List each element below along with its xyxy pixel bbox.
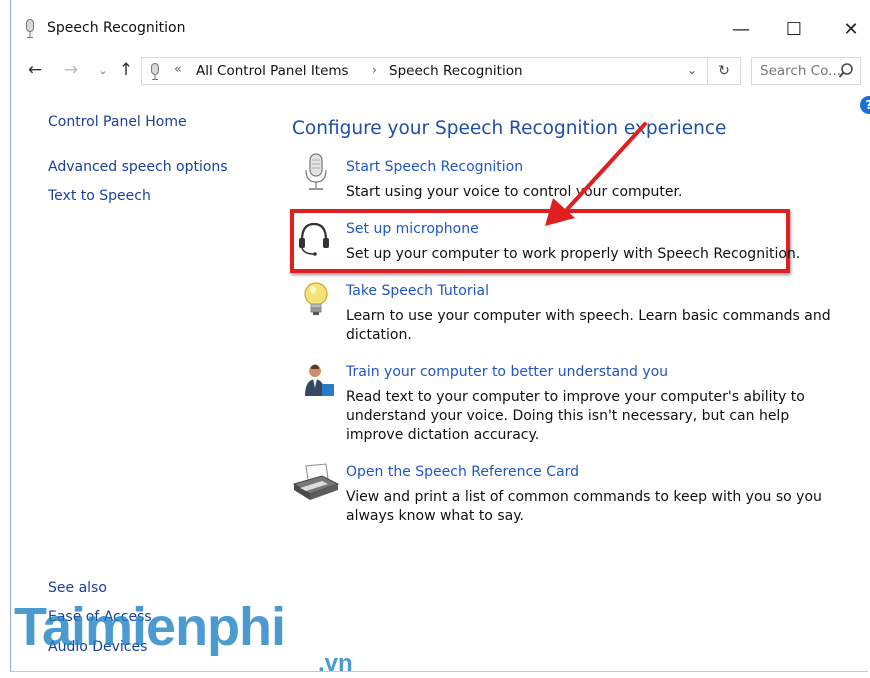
open-speech-reference-card-link[interactable]: Open the Speech Reference Card	[346, 464, 579, 480]
minimize-button[interactable]: —	[726, 14, 756, 44]
close-button[interactable]: ✕	[836, 14, 866, 44]
up-button[interactable]: ↑	[116, 58, 136, 82]
forward-button[interactable]: →	[61, 58, 81, 82]
open-speech-reference-card-description: View and print a list of common commands…	[346, 489, 822, 524]
search-input[interactable]: Search Co...	[751, 57, 861, 85]
back-arrow-icon: ←	[27, 60, 43, 80]
printer-icon	[292, 463, 340, 500]
chevron-down-icon: ⌄	[98, 63, 108, 77]
help-icon[interactable]: ?	[860, 96, 870, 114]
take-speech-tutorial-description: Learn to use your computer with speech. …	[346, 308, 831, 343]
address-bar[interactable]: « All Control Panel Items › Speech Recog…	[141, 57, 741, 85]
search-placeholder: Search Co...	[760, 63, 841, 79]
back-button[interactable]: ←	[25, 58, 45, 82]
speech-recognition-window: Speech Recognition — ☐ ✕ ← → ⌄ ↑ « All C…	[10, 0, 870, 672]
sidebar-item-text-to-speech[interactable]: Text to Speech	[48, 188, 151, 204]
watermark-logo: Taimienphi	[14, 597, 286, 657]
forward-arrow-icon: →	[63, 60, 79, 80]
breadcrumb-speech-recognition[interactable]: Speech Recognition	[389, 63, 523, 79]
start-speech-recognition-link[interactable]: Start Speech Recognition	[346, 159, 523, 175]
close-icon: ✕	[843, 18, 859, 40]
microphone-icon	[26, 19, 34, 38]
take-speech-tutorial-link[interactable]: Take Speech Tutorial	[346, 283, 489, 299]
sidebar-item-advanced-speech-options[interactable]: Advanced speech options	[48, 159, 228, 175]
breadcrumb-all-control-panel-items[interactable]: All Control Panel Items	[196, 63, 349, 79]
sidebar-item-control-panel-home[interactable]: Control Panel Home	[48, 114, 187, 130]
refresh-button[interactable]: ↻	[707, 58, 740, 84]
up-arrow-icon: ↑	[118, 60, 134, 80]
title-bar: Speech Recognition — ☐ ✕	[11, 0, 869, 52]
maximize-button[interactable]: ☐	[779, 14, 809, 44]
maximize-icon: ☐	[785, 18, 803, 40]
see-also-heading: See also	[48, 580, 107, 596]
train-computer-description: Read text to your computer to improve yo…	[346, 389, 805, 443]
set-up-microphone-description: Set up your computer to work properly wi…	[346, 246, 801, 262]
search-icon	[838, 63, 853, 78]
lightbulb-icon	[304, 282, 328, 315]
breadcrumb-separator-icon[interactable]: ›	[372, 63, 377, 77]
set-up-microphone-link[interactable]: Set up microphone	[346, 221, 479, 237]
hidden-path-chevron-icon[interactable]: «	[174, 62, 182, 77]
person-icon	[305, 364, 334, 396]
train-computer-link[interactable]: Train your computer to better understand…	[346, 364, 668, 380]
minimize-icon: —	[732, 18, 750, 40]
recent-locations-button[interactable]: ⌄	[93, 58, 113, 82]
window-title: Speech Recognition	[47, 20, 186, 36]
red-arrow-icon	[545, 122, 647, 226]
page-title: Configure your Speech Recognition experi…	[292, 118, 727, 139]
headset-icon	[299, 222, 329, 256]
refresh-icon: ↻	[718, 63, 730, 79]
address-dropdown-icon[interactable]: ⌄	[687, 63, 697, 77]
microphone-icon	[151, 63, 159, 80]
microphone-icon	[305, 153, 327, 190]
navigation-bar: ← → ⌄ ↑ « All Control Panel Items › Spee…	[11, 54, 869, 88]
